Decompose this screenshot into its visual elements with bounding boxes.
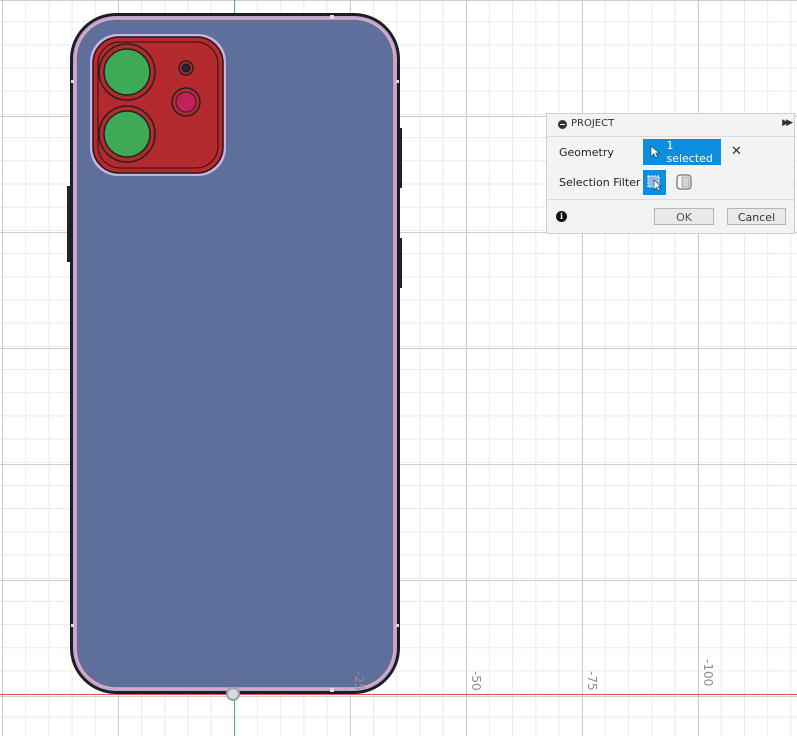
collapse-icon[interactable] xyxy=(558,120,567,129)
cursor-icon xyxy=(650,145,661,159)
antenna-mark-left-bottom xyxy=(71,624,74,627)
expand-icon[interactable]: ▶▶ xyxy=(782,118,793,128)
microphone xyxy=(181,63,191,73)
antenna-mark-left-top xyxy=(71,80,74,83)
dialog-title: PROJECT xyxy=(571,118,615,129)
ok-button[interactable]: OK xyxy=(654,208,714,225)
ruler-tick-label: -75 xyxy=(585,671,599,691)
antenna-mark-top xyxy=(330,15,334,19)
select-face-filter-button[interactable] xyxy=(675,173,693,191)
antenna-mark-bottom xyxy=(330,688,334,692)
canvas-viewport[interactable]: -25 -50 -75 -100 xyxy=(0,0,797,736)
ruler-tick-label: -100 xyxy=(701,659,715,687)
clear-icon[interactable]: ✕ xyxy=(731,144,742,159)
flash xyxy=(175,91,197,113)
select-face-icon xyxy=(676,174,692,190)
phone-model[interactable] xyxy=(0,0,797,736)
lens-1[interactable] xyxy=(103,48,151,96)
select-body-icon xyxy=(647,175,662,192)
cancel-button[interactable]: Cancel xyxy=(727,208,786,225)
geometry-selection-button[interactable]: 1 selected xyxy=(643,139,721,165)
geometry-label: Geometry xyxy=(559,146,614,159)
antenna-mark-right-top xyxy=(396,80,399,83)
select-body-filter-button[interactable] xyxy=(643,170,666,195)
geometry-selection-value: 1 selected xyxy=(666,139,713,165)
ruler-tick-label: -25 xyxy=(352,671,366,691)
info-icon[interactable]: i xyxy=(556,211,567,222)
dialog-header: PROJECT ▶▶ xyxy=(547,114,794,137)
lens-2[interactable] xyxy=(103,110,151,158)
project-dialog: PROJECT ▶▶ Geometry 1 selected ✕ Selecti… xyxy=(546,113,795,234)
origin-point[interactable] xyxy=(226,687,240,701)
ruler-tick-label: -50 xyxy=(469,671,483,691)
antenna-mark-right-bottom xyxy=(396,624,399,627)
dialog-divider xyxy=(547,199,794,200)
selection-filter-label: Selection Filter xyxy=(559,176,641,189)
